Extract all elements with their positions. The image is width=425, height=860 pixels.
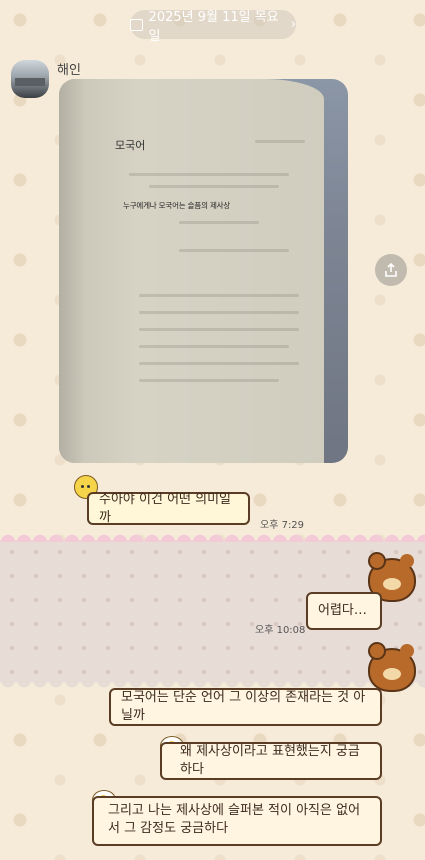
share-button[interactable] [375,254,407,286]
message-text: 왜 제사상이라고 표현했는지 궁금하다 [180,744,360,777]
message-bubble[interactable]: 왜 제사상이라고 표현했는지 궁금하다 [160,742,382,780]
message-time: 오후 7:29 [260,520,305,531]
bear-sticker-icon [368,642,416,692]
sender-name: 해인 [57,63,81,78]
book-page: 모국어 누구에게나 모국어는 슬픔의 제사상 [59,79,324,463]
message-text: 어렵다… [318,603,367,618]
chevron-right-icon: › [290,17,296,32]
calendar-icon [130,18,143,31]
message-time: 오후 10:08 [255,625,306,636]
message-text: 수아야 이건 어떤 의미일까 [99,491,231,525]
message-bubble[interactable]: 수아야 이건 어떤 의미일까 [87,492,250,525]
message-text: 모국어는 단순 언어 그 이상의 존재라는 것 아닐까 [121,690,366,723]
message-text: 그리고 나는 제사상에 슬퍼본 적이 아직은 없어서 그 감정도 궁금하다 [108,803,361,836]
share-icon [385,262,397,277]
book-line: 누구에게나 모국어는 슬픔의 제사상 [123,201,231,210]
book-heading: 모국어 [115,139,146,152]
shared-photo[interactable]: 모국어 누구에게나 모국어는 슬픔의 제사상 [59,79,348,463]
message-bubble[interactable]: 모국어는 단순 언어 그 이상의 존재라는 것 아닐까 [109,688,382,726]
date-divider[interactable]: 2025년 9월 11일 목요일 › [130,10,296,44]
message-bubble[interactable]: 어렵다… [306,592,382,630]
message-bubble[interactable]: 그리고 나는 제사상에 슬퍼본 적이 아직은 없어서 그 감정도 궁금하다 [92,796,382,846]
sender-avatar[interactable] [11,60,49,98]
date-label: 2025년 9월 11일 목요일 [148,9,279,44]
